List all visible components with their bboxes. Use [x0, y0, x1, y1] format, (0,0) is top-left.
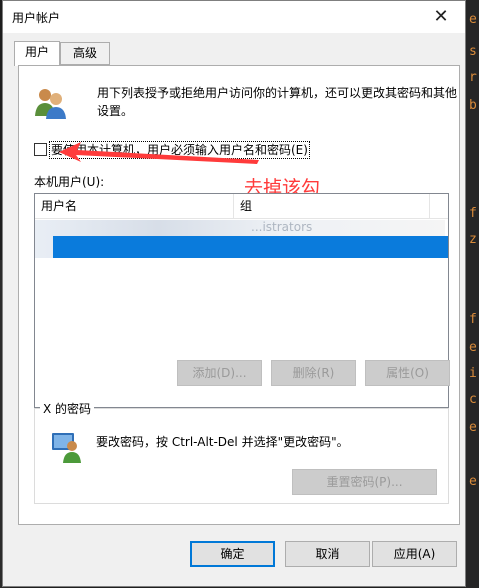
tab-users[interactable]: 用户 [14, 41, 60, 66]
description-text: 用下列表授予或拒绝用户访问你的计算机，还可以更改其密码和其他设置。 [97, 86, 458, 118]
password-instructions: 要改密码，按 Ctrl-Alt-Del 并选择"更改密码"。 [96, 435, 349, 449]
local-users-label: 本机用户(U): [34, 175, 105, 189]
add-user-button[interactable]: 添加(D)... [177, 360, 262, 386]
background-editor-right: esr bfz fei cee [465, 0, 479, 588]
table-row-group: ...istrators [251, 220, 313, 234]
annotation-arrow [59, 142, 259, 164]
user-accounts-dialog: 用户帐户 ✕ 用户 高级 用下列表授予或拒绝用户访问你的计算机，还可以更改其密码… [2, 0, 466, 587]
column-header-username[interactable]: 用户名 [35, 194, 233, 218]
reset-password-button[interactable]: 重置密码(P)... [292, 469, 437, 495]
require-password-checkbox[interactable] [34, 143, 47, 156]
list-header: 用户名 组 [35, 194, 448, 219]
users-tab-panel: 用下列表授予或拒绝用户访问你的计算机，还可以更改其密码和其他设置。 要使用本计算… [18, 65, 460, 525]
selected-row-highlight[interactable] [53, 236, 448, 258]
ok-button[interactable]: 确定 [190, 541, 275, 567]
password-group-title: X 的密码 [40, 400, 95, 417]
users-icon [35, 89, 66, 119]
column-header-group[interactable]: 组 [234, 194, 429, 218]
title-bar: 用户帐户 ✕ [3, 1, 465, 33]
remove-user-button[interactable]: 删除(R) [271, 360, 356, 386]
window-title: 用户帐户 [12, 11, 61, 25]
properties-button[interactable]: 属性(O) [365, 360, 450, 386]
apply-button[interactable]: 应用(A) [372, 541, 457, 567]
cancel-button[interactable]: 取消 [285, 541, 370, 567]
tab-advanced[interactable]: 高级 [60, 42, 110, 65]
password-group: X 的密码 要改密码，按 Ctrl-Alt-Del 并选择"更改密码"。 重置密… [34, 400, 449, 504]
user-password-icon [52, 433, 81, 463]
close-icon[interactable]: ✕ [419, 1, 463, 31]
